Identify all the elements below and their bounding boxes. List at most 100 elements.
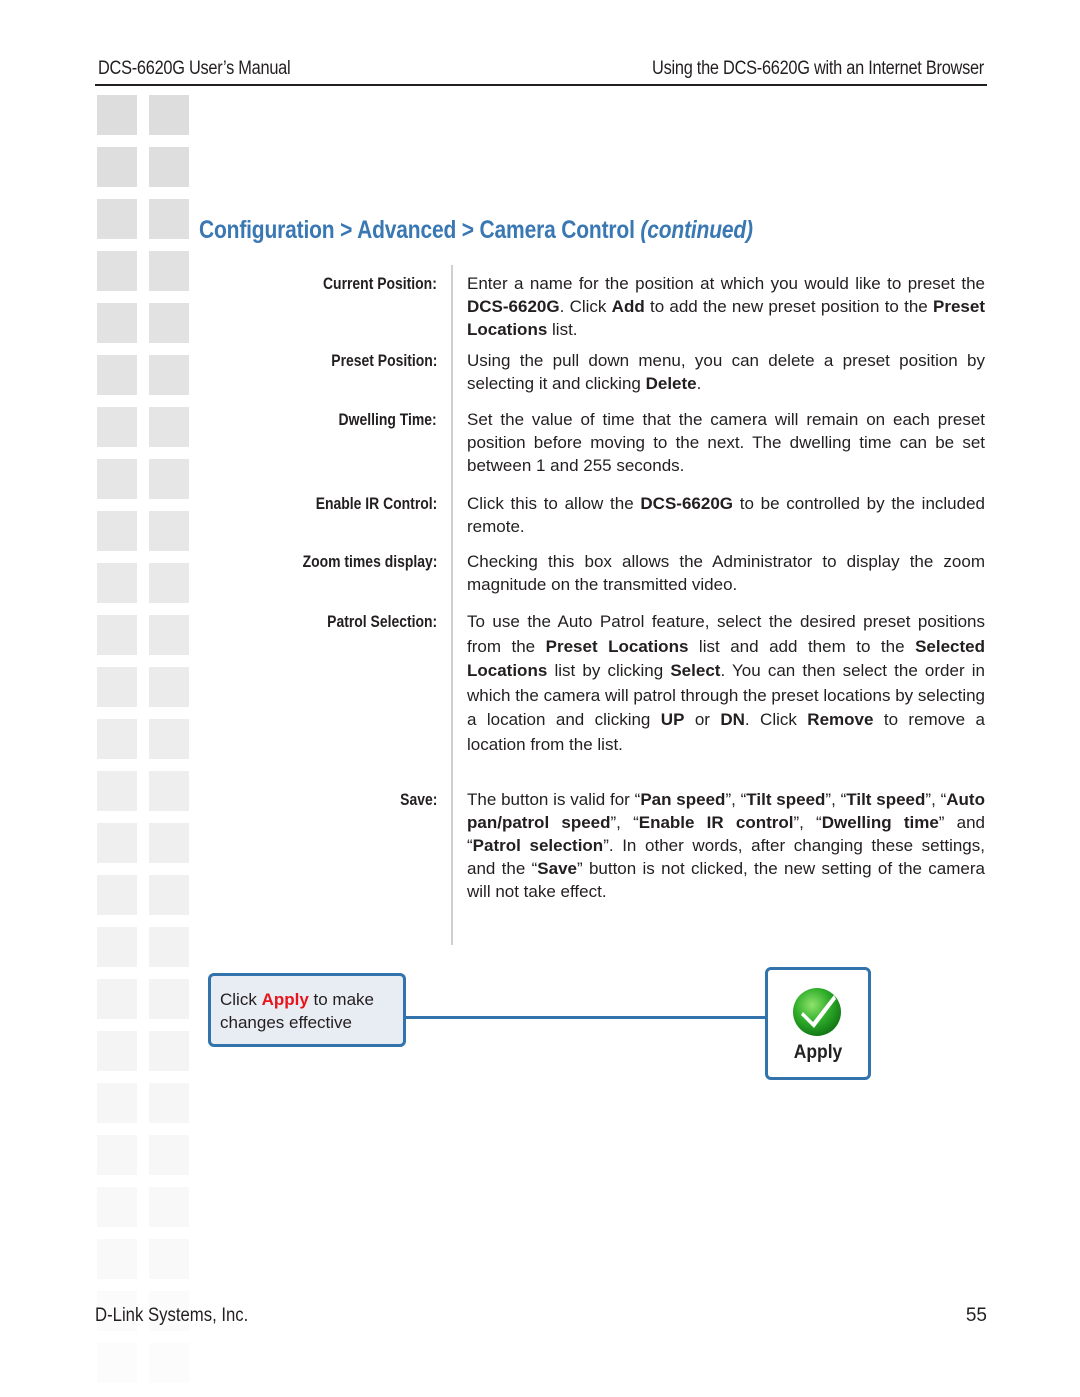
- page-title-breadcrumb: Configuration > Advanced > Camera Contro…: [199, 216, 635, 244]
- column-divider: [451, 265, 453, 945]
- emphasis-text: Remove: [807, 710, 874, 729]
- text-run: to add the new preset position to the: [644, 297, 934, 316]
- setting-description: Checking this box allows the Administrat…: [467, 550, 985, 596]
- manual-title: DCS-6620G User’s Manual: [98, 58, 291, 79]
- decorative-square: [97, 147, 137, 187]
- decorative-square: [149, 511, 189, 551]
- setting-label: Current Position:: [323, 274, 437, 293]
- emphasis-text: Select: [670, 661, 721, 680]
- decorative-square: [97, 407, 137, 447]
- emphasis-text: Add: [611, 297, 645, 316]
- setting-description: Set the value of time that the camera wi…: [467, 408, 985, 477]
- decorative-square: [97, 459, 137, 499]
- decorative-square: [97, 1031, 137, 1071]
- decorative-square: [97, 251, 137, 291]
- decorative-square: [97, 1135, 137, 1175]
- emphasis-text: Dwelling time: [821, 813, 939, 832]
- text-run: . Click: [559, 297, 612, 316]
- text-run: ”, “: [925, 790, 947, 809]
- text-run: ”, “: [610, 813, 639, 832]
- decorative-square: [149, 927, 189, 967]
- decorative-square: [149, 1187, 189, 1227]
- decorative-square: [149, 407, 189, 447]
- text-run: The button is valid for “: [467, 790, 641, 809]
- page-number: 55: [965, 1305, 987, 1326]
- emphasis-text: DCS-6620G: [640, 494, 734, 513]
- decorative-square: [149, 875, 189, 915]
- emphasis-text: Save: [537, 859, 577, 878]
- decorative-square: [97, 95, 137, 135]
- text-run: Set the value of time that the camera wi…: [467, 410, 985, 475]
- decorative-square: [149, 667, 189, 707]
- apply-callout: Click Apply to make changes effective: [208, 973, 406, 1047]
- text-run: . Click: [744, 710, 808, 729]
- decorative-square: [149, 563, 189, 603]
- decorative-square: [149, 771, 189, 811]
- callout-prefix: Click: [220, 990, 262, 1009]
- page-title: Configuration > Advanced > Camera Contro…: [199, 216, 753, 245]
- text-run: Click this to allow the: [467, 494, 641, 513]
- decorative-square: [97, 563, 137, 603]
- green-checkmark-icon: [793, 988, 841, 1036]
- header-rule: [95, 84, 987, 86]
- text-run: ”, “: [825, 790, 847, 809]
- decorative-square: [149, 823, 189, 863]
- decorative-square: [97, 1239, 137, 1279]
- text-run: list.: [547, 320, 578, 339]
- decorative-square: [149, 1031, 189, 1071]
- decorative-square: [149, 95, 189, 135]
- setting-label: Preset Position:: [330, 351, 437, 370]
- text-run: list and add them to the: [688, 636, 916, 656]
- decorative-square: [149, 459, 189, 499]
- decorative-square: [149, 1135, 189, 1175]
- emphasis-text: Preset Locations: [545, 636, 689, 656]
- setting-description: Click this to allow the DCS-6620G to be …: [467, 492, 985, 538]
- decorative-square: [149, 199, 189, 239]
- decorative-square: [97, 511, 137, 551]
- callout-highlight: Apply: [261, 990, 309, 1009]
- decorative-square: [97, 199, 137, 239]
- text-run: or: [684, 710, 721, 729]
- emphasis-text: Enable IR control: [638, 813, 794, 832]
- decorative-square: [149, 979, 189, 1019]
- decorative-square: [97, 979, 137, 1019]
- setting-label: Enable IR Control:: [315, 494, 437, 513]
- setting-description: The button is valid for “Pan speed”, “Ti…: [467, 788, 985, 903]
- emphasis-text: Tilt speed: [746, 790, 826, 809]
- setting-label: Patrol Selection:: [327, 612, 437, 631]
- decorative-square: [149, 1083, 189, 1123]
- decorative-square: [97, 927, 137, 967]
- decorative-square: [97, 823, 137, 863]
- footer-company: D-Link Systems, Inc.: [95, 1305, 249, 1326]
- emphasis-text: UP: [660, 710, 685, 729]
- text-run: ”, “: [725, 790, 747, 809]
- setting-description: To use the Auto Patrol feature, select t…: [467, 610, 985, 757]
- page-title-suffix: (continued): [640, 216, 753, 244]
- decorative-square: [149, 1239, 189, 1279]
- decorative-square: [149, 615, 189, 655]
- text-run: ”, “: [793, 813, 822, 832]
- apply-button[interactable]: Apply: [765, 967, 871, 1080]
- setting-label: Dwelling Time:: [338, 410, 437, 429]
- emphasis-text: DCS-6620G: [467, 297, 560, 316]
- decorative-square: [97, 1343, 137, 1383]
- decorative-square: [149, 303, 189, 343]
- setting-description: Enter a name for the position at which y…: [467, 272, 985, 341]
- decorative-square: [149, 147, 189, 187]
- decorative-square: [97, 303, 137, 343]
- decorative-square: [149, 251, 189, 291]
- setting-label: Zoom times display:: [302, 552, 437, 571]
- text-run: .: [696, 374, 702, 393]
- decorative-square: [97, 875, 137, 915]
- setting-label: Save:: [399, 790, 437, 809]
- emphasis-text: Patrol selection: [472, 836, 604, 855]
- text-run: list by clicking: [547, 661, 671, 680]
- emphasis-text: DN: [720, 710, 745, 729]
- decorative-square: [97, 355, 137, 395]
- text-run: Using the pull down menu, you can delete…: [467, 351, 985, 393]
- decorative-square: [97, 1187, 137, 1227]
- decorative-square: [149, 719, 189, 759]
- decorative-square: [97, 719, 137, 759]
- text-run: Enter a name for the position at which y…: [467, 274, 985, 293]
- section-title: Using the DCS-6620G with an Internet Bro…: [652, 58, 984, 79]
